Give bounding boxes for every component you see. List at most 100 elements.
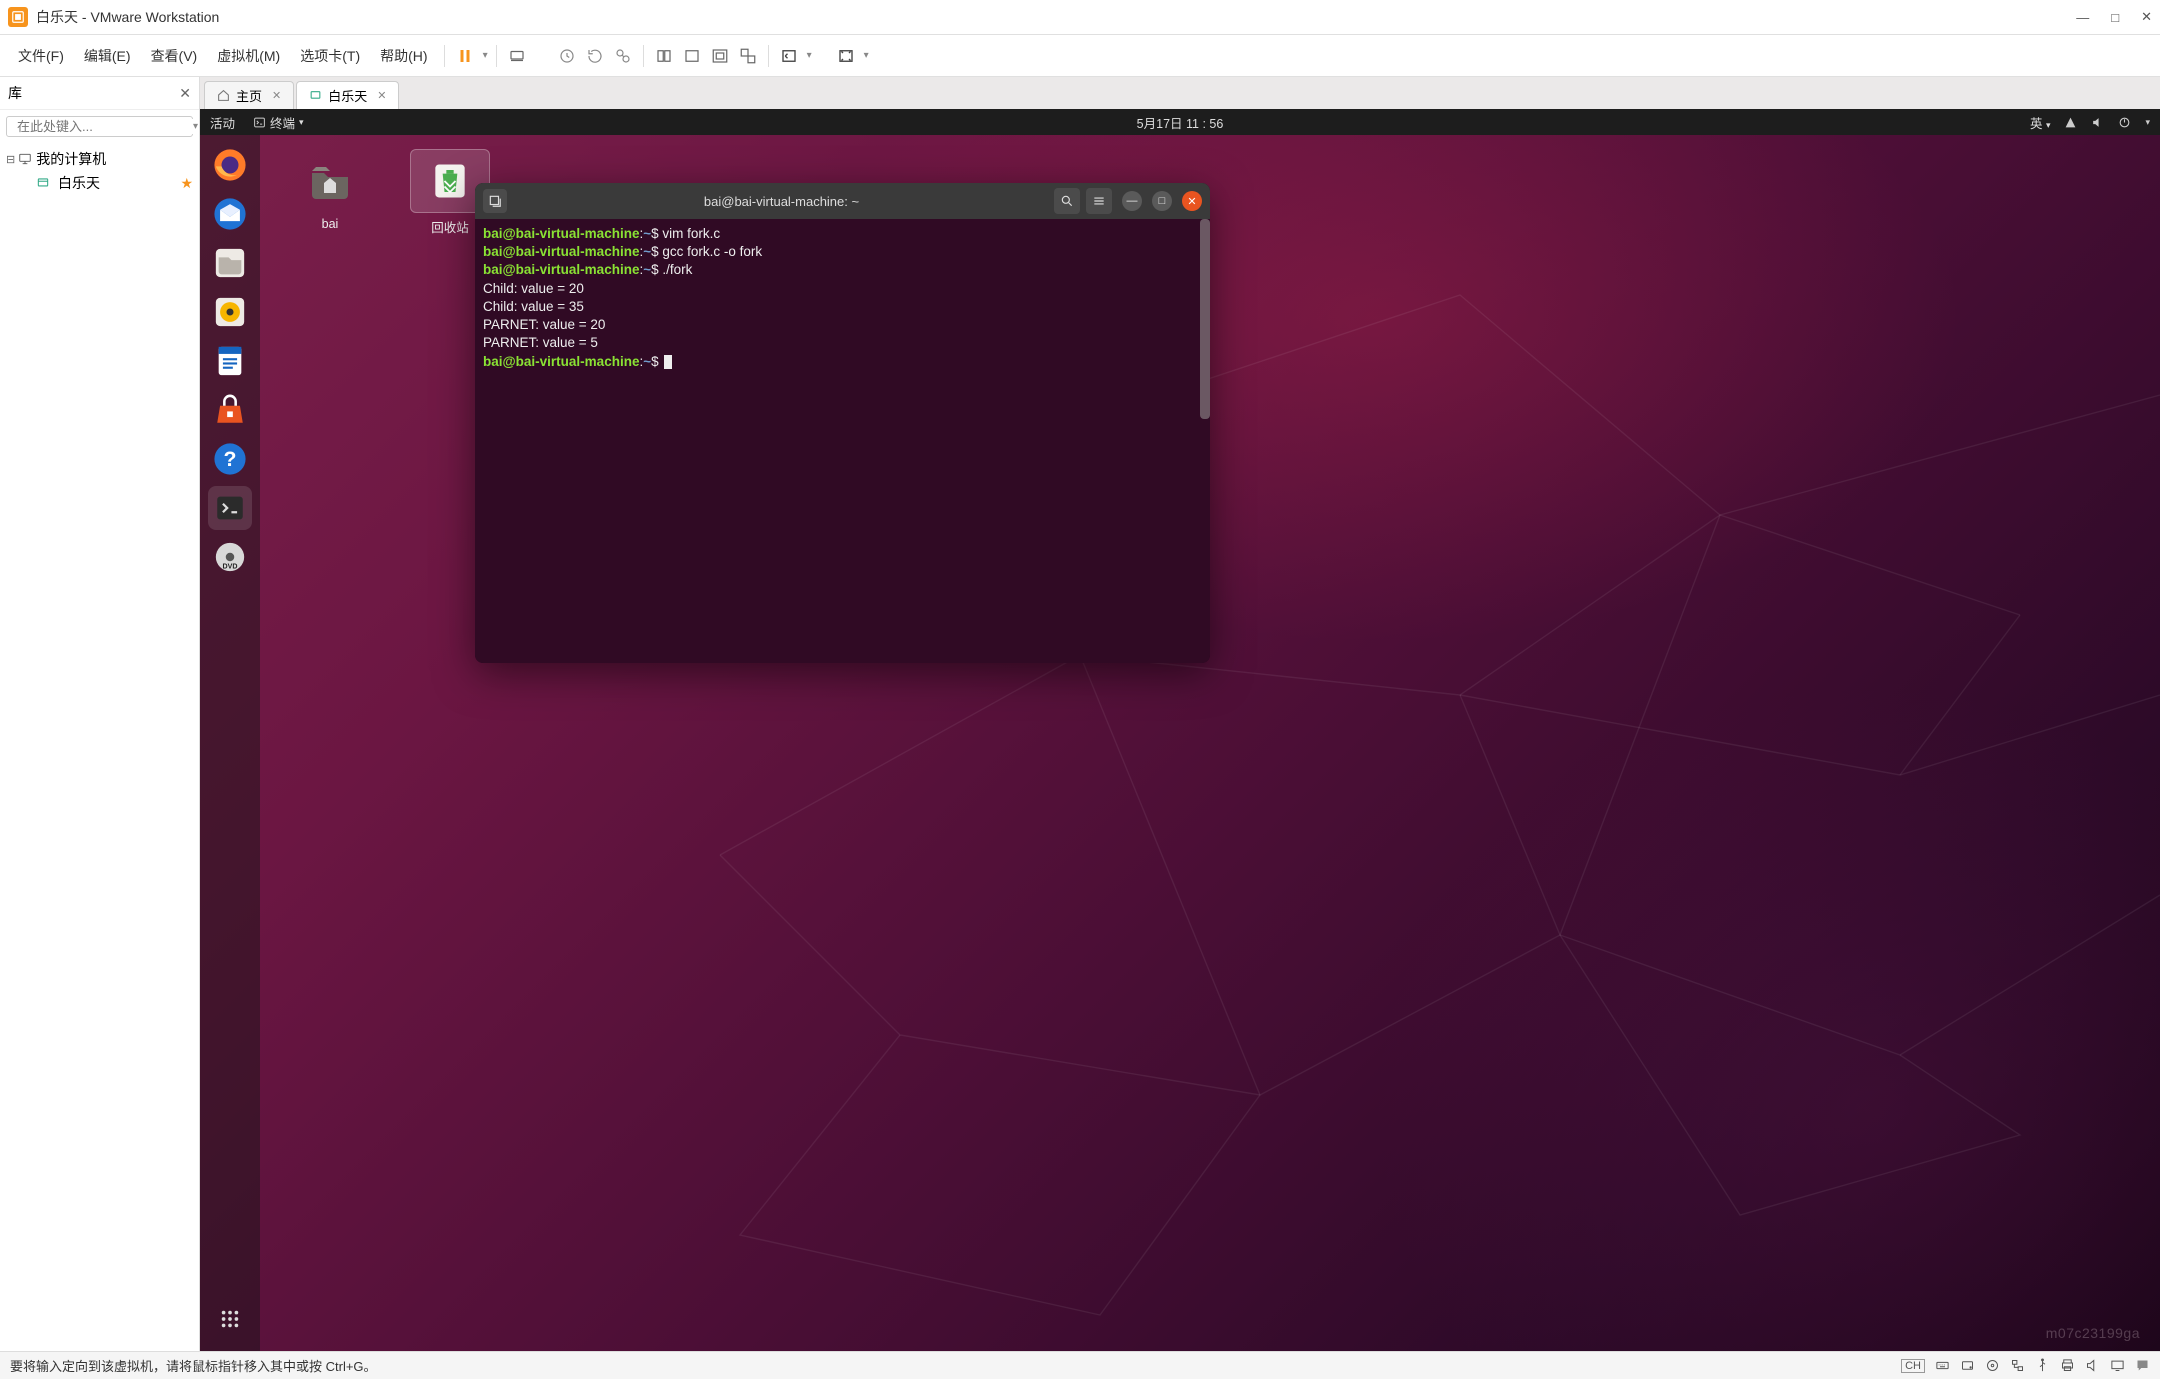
vm-icon	[309, 89, 322, 102]
library-sidebar: 库 ✕ ▾ ⊟ 我的计算机 白乐天 ★	[0, 77, 200, 1351]
terminal-prompt[interactable]: bai@bai-virtual-machine:~$	[483, 353, 1202, 371]
app-indicator-terminal[interactable]: 终端 ▾	[253, 113, 304, 132]
terminal-body[interactable]: bai@bai-virtual-machine:~$ vim fork.c bai…	[475, 219, 1210, 663]
tab-vm-label: 白乐天	[328, 86, 367, 105]
tab-row: 主页 ✕ 白乐天 ✕	[200, 77, 2160, 109]
view-unity-button[interactable]	[736, 44, 760, 68]
dock-rhythmbox[interactable]	[208, 290, 252, 334]
vm-console[interactable]: 活动 终端 ▾ 5月17日 11 : 56 英 ▾ ▾	[200, 109, 2160, 1351]
send-ctrl-alt-del-button[interactable]	[505, 44, 529, 68]
view-stretch-button[interactable]	[708, 44, 732, 68]
tray-usb-icon[interactable]	[2035, 1358, 2050, 1373]
home-icon	[217, 89, 230, 102]
tray-cd-icon[interactable]	[1985, 1358, 2000, 1373]
power-icon[interactable]	[2118, 116, 2131, 129]
separator	[768, 45, 769, 67]
snapshot-button[interactable]	[555, 44, 579, 68]
tree-vm-bailetian[interactable]: 白乐天 ★	[6, 171, 193, 195]
separator	[496, 45, 497, 67]
dock-thunderbird[interactable]	[208, 192, 252, 236]
fullscreen-console-button[interactable]	[777, 44, 801, 68]
window-close-button[interactable]: ✕	[2141, 9, 2152, 25]
dock-help[interactable]: ?	[208, 437, 252, 481]
tab-close-icon[interactable]: ✕	[377, 89, 386, 102]
menu-help[interactable]: 帮助(H)	[372, 42, 435, 70]
menu-tabs[interactable]: 选项卡(T)	[292, 42, 368, 70]
window-title: 白乐天 - VMware Workstation	[36, 7, 219, 27]
ime-indicator[interactable]: CH	[1901, 1359, 1925, 1373]
tab-close-icon[interactable]: ✕	[272, 89, 281, 102]
dock-dvd[interactable]: DVD	[208, 535, 252, 579]
library-search[interactable]: ▾	[6, 116, 193, 137]
tab-vm-bailetian[interactable]: 白乐天 ✕	[296, 81, 399, 109]
desktop-icon-home[interactable]: bai	[280, 149, 380, 236]
network-icon[interactable]	[2064, 116, 2077, 129]
tray-display-icon[interactable]	[2110, 1358, 2125, 1373]
tray-network-icon[interactable]	[2010, 1358, 2025, 1373]
dock-libreoffice-writer[interactable]	[208, 339, 252, 383]
tray-printer-icon[interactable]	[2060, 1358, 2075, 1373]
window-maximize-button[interactable]: □	[2111, 10, 2119, 25]
separator	[643, 45, 644, 67]
menu-edit[interactable]: 编辑(E)	[76, 42, 139, 70]
separator	[444, 45, 445, 67]
terminal-close-button[interactable]: ✕	[1182, 191, 1202, 211]
menu-vm[interactable]: 虚拟机(M)	[209, 42, 288, 70]
snapshot-manager-button[interactable]	[611, 44, 635, 68]
activities-button[interactable]: 活动	[210, 113, 235, 132]
dropdown-icon[interactable]: ▾	[807, 50, 812, 61]
svg-text:DVD: DVD	[223, 562, 238, 570]
desktop-icon-home-label: bai	[322, 217, 339, 231]
dock-firefox[interactable]	[208, 143, 252, 187]
favorite-star-icon[interactable]: ★	[180, 175, 193, 192]
snapshot-revert-button[interactable]	[583, 44, 607, 68]
terminal-window[interactable]: bai@bai-virtual-machine: ~ — □ ✕ bai@bai…	[475, 183, 1210, 663]
tab-home[interactable]: 主页 ✕	[204, 81, 294, 109]
ubuntu-desktop[interactable]: ? DVD bai 回收站	[200, 135, 2160, 1351]
terminal-minimize-button[interactable]: —	[1122, 191, 1142, 211]
app-indicator-label: 终端	[270, 113, 295, 132]
terminal-menu-button[interactable]	[1086, 188, 1112, 214]
library-search-input[interactable]	[17, 119, 193, 134]
dock-show-applications[interactable]	[208, 1297, 252, 1341]
terminal-line: bai@bai-virtual-machine:~$ ./fork	[483, 261, 1202, 279]
fullscreen-button[interactable]	[834, 44, 858, 68]
terminal-maximize-button[interactable]: □	[1152, 191, 1172, 211]
tray-harddisk-icon[interactable]	[1960, 1358, 1975, 1373]
vmware-statusbar: 要将输入定向到该虚拟机，请将鼠标指针移入其中或按 Ctrl+G。 CH	[0, 1351, 2160, 1379]
input-lang-indicator[interactable]: 英 ▾	[2030, 113, 2051, 132]
ubuntu-dock: ? DVD	[200, 135, 260, 1351]
clock[interactable]: 5月17日 11 : 56	[1137, 113, 1224, 132]
menu-file[interactable]: 文件(F)	[10, 42, 72, 70]
library-close-button[interactable]: ✕	[179, 85, 191, 102]
volume-icon[interactable]	[2091, 116, 2104, 129]
terminal-titlebar[interactable]: bai@bai-virtual-machine: ~ — □ ✕	[475, 183, 1210, 219]
terminal-search-button[interactable]	[1054, 188, 1080, 214]
view-console-button[interactable]	[680, 44, 704, 68]
window-minimize-button[interactable]: —	[2076, 10, 2089, 25]
terminal-scrollbar[interactable]	[1200, 219, 1210, 419]
tray-message-icon[interactable]	[2135, 1358, 2150, 1373]
dock-ubuntu-software[interactable]	[208, 388, 252, 432]
tree-root-my-computer[interactable]: ⊟ 我的计算机	[6, 147, 193, 171]
menu-view[interactable]: 查看(V)	[143, 42, 206, 70]
view-single-button[interactable]	[652, 44, 676, 68]
vmware-menubar: 文件(F) 编辑(E) 查看(V) 虚拟机(M) 选项卡(T) 帮助(H) ▾ …	[0, 35, 2160, 77]
tray-keyboard-icon[interactable]	[1935, 1358, 1950, 1373]
vmware-titlebar: 白乐天 - VMware Workstation — □ ✕	[0, 0, 2160, 35]
terminal-line: Child: value = 35	[483, 298, 1202, 316]
statusbar-hint: 要将输入定向到该虚拟机，请将鼠标指针移入其中或按 Ctrl+G。	[10, 1356, 377, 1375]
terminal-line: bai@bai-virtual-machine:~$ vim fork.c	[483, 225, 1202, 243]
pause-button[interactable]	[453, 44, 477, 68]
system-menu-dropdown-icon[interactable]: ▾	[2145, 117, 2150, 128]
dock-terminal[interactable]	[208, 486, 252, 530]
tree-vm-label: 白乐天	[58, 173, 100, 193]
terminal-new-tab-button[interactable]	[483, 189, 507, 213]
monitor-icon	[18, 152, 32, 166]
terminal-line: PARNET: value = 20	[483, 316, 1202, 334]
tray-sound-icon[interactable]	[2085, 1358, 2100, 1373]
dropdown-icon[interactable]: ▾	[864, 50, 869, 61]
dropdown-icon[interactable]: ▾	[483, 50, 488, 61]
dock-files[interactable]	[208, 241, 252, 285]
dropdown-icon[interactable]: ▾	[193, 121, 198, 132]
